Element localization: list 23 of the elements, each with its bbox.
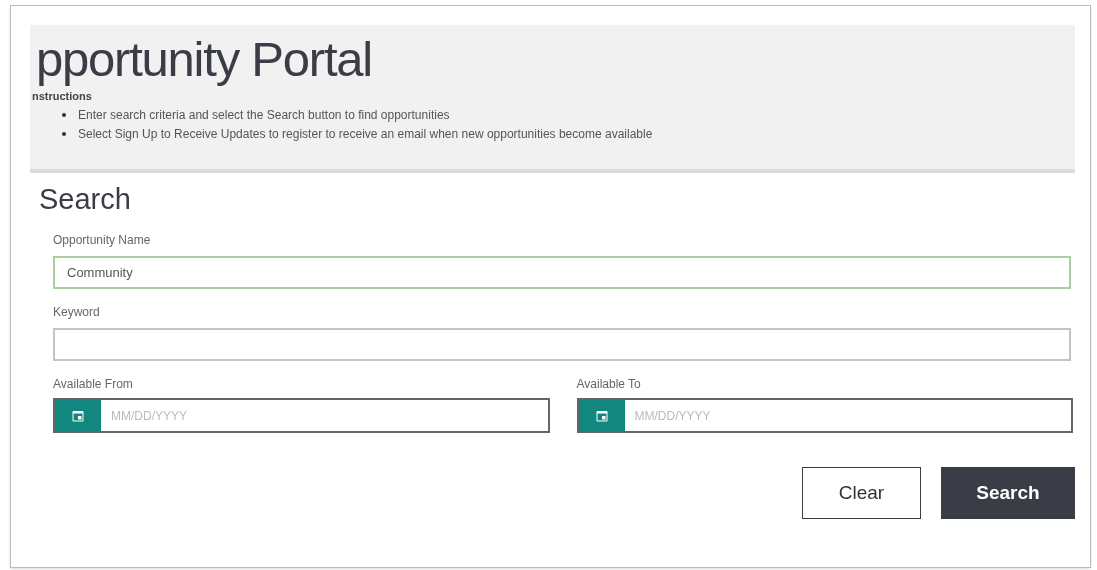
text-input-field[interactable]: Community <box>53 256 1071 289</box>
instruction-text: Enter search criteria and select the Search button to find opportunities <box>78 106 450 124</box>
calendar-button[interactable] <box>578 400 625 431</box>
field-label: Available From <box>53 376 133 392</box>
date-input-field[interactable]: MM/DD/YYYY <box>101 400 548 431</box>
instructions-heading: nstructions <box>32 89 93 103</box>
field-label: Keyword <box>53 304 100 320</box>
date-input-field[interactable]: MM/DD/YYYY <box>624 400 1071 431</box>
text-input-field[interactable] <box>53 328 1071 361</box>
date-field[interactable]: MM/DD/YYYY <box>576 398 1073 433</box>
bullet-icon <box>62 131 66 136</box>
calendar-button[interactable] <box>55 400 101 431</box>
date-field[interactable]: MM/DD/YYYY <box>53 398 550 433</box>
search-button[interactable]: Search <box>941 467 1075 519</box>
instruction-text: Select Sign Up to Receive Updates to register to receive an email when new opportunities become available <box>78 125 653 143</box>
calendar-icon <box>595 409 608 422</box>
clear-button[interactable]: Clear <box>802 467 921 519</box>
page-title: pportunity Portal <box>36 31 372 88</box>
field-label: Opportunity Name <box>53 232 151 248</box>
field-label: Available To <box>576 376 641 392</box>
bullet-icon <box>62 112 66 117</box>
calendar-icon <box>72 409 84 422</box>
section-heading: Search <box>39 182 131 217</box>
